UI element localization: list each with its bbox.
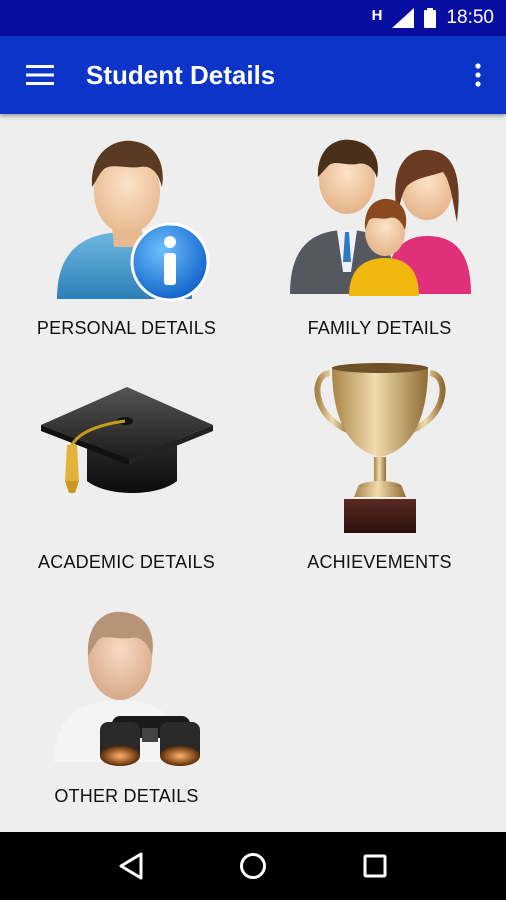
- tile-label: OTHER DETAILS: [54, 786, 199, 806]
- tile-label: PERSONAL DETAILS: [36, 318, 217, 338]
- back-icon[interactable]: [101, 836, 161, 896]
- status-bar: H 18:50: [0, 0, 506, 36]
- tile-achievements[interactable]: ACHIEVEMENTS: [253, 348, 506, 580]
- signal-icon: [392, 8, 415, 28]
- system-nav-bar: [0, 832, 506, 900]
- app-bar: Student Details: [0, 36, 506, 114]
- tile-other-details[interactable]: OTHER DETAILS: [0, 582, 253, 814]
- tile-label: ACADEMIC DETAILS: [38, 552, 215, 572]
- tile-label: ACHIEVEMENTS: [307, 552, 452, 572]
- network-type-indicator: H: [371, 6, 383, 24]
- trophy-icon: [280, 358, 480, 544]
- tile-personal-details[interactable]: PERSONAL DETAILS: [0, 114, 253, 346]
- details-grid: PERSONAL DETAILS FAMILY DETAILS ACADEMIC…: [0, 114, 506, 832]
- tile-family-details[interactable]: FAMILY DETAILS: [253, 114, 506, 346]
- battery-icon: [424, 8, 437, 28]
- clock: 18:50: [446, 7, 494, 28]
- more-vert-icon[interactable]: [450, 36, 506, 114]
- family-icon: [280, 124, 480, 310]
- person-info-icon: [27, 124, 227, 310]
- hamburger-menu-icon[interactable]: [0, 36, 80, 114]
- person-binoculars-icon: [27, 592, 227, 778]
- page-title: Student Details: [86, 59, 276, 90]
- tile-academic-details[interactable]: ACADEMIC DETAILS: [0, 348, 253, 580]
- graduation-cap-icon: [27, 358, 227, 544]
- recents-icon[interactable]: [345, 836, 405, 896]
- tile-label: FAMILY DETAILS: [307, 318, 452, 338]
- home-icon[interactable]: [223, 836, 283, 896]
